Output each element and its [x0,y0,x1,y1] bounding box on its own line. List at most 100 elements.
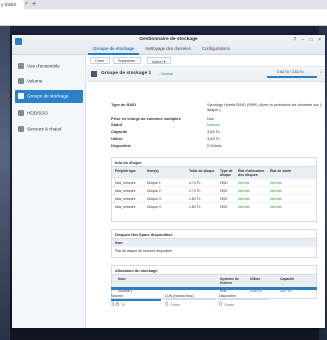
cell-type: HDD [220,197,228,201]
sidebar-item-hot-spare[interactable]: Secours à chaud [15,123,83,136]
storage-pool-icon [18,93,24,99]
cell-type: HDD [220,181,228,185]
sidebar-item-label: HDD/SSD [27,110,48,116]
section-title: Allocation du stockage [112,266,316,274]
cell-size: 1.82 To [189,197,201,201]
column-header: Périphérique [115,169,136,173]
cell-device: Nas_network [115,197,136,201]
close-icon[interactable]: × [318,37,321,43]
column-header: Système de fichiers [220,277,239,285]
property-key: Type de RAID [111,102,137,107]
cell-allocation: Normal [238,197,250,201]
cell-device: Nas_network [115,189,136,193]
cell-type: HDD [220,189,228,193]
tab-storage-pool[interactable]: Groupe de stockage [88,45,140,55]
cell-health: Normal [270,205,282,209]
sidebar-item-volume[interactable]: Volume [15,75,83,88]
property-value: Normal [207,122,220,127]
column-header: Nom(s) [147,169,159,173]
chevron-up-icon[interactable]: ⌃ [319,71,323,77]
cell-device: Nas_network [115,181,136,185]
stat-line [165,299,215,300]
action-dropdown[interactable]: Action ▾ [147,57,171,64]
cell-allocation: Normal [238,205,250,209]
property-value: 3.63 To [207,129,220,134]
stat-value: 3.6 To [111,302,125,308]
pool-usage-fill [267,76,317,78]
address-bar[interactable] [0,9,327,26]
window-header: Gestionnaire de stockage ? – □ × Groupe … [12,35,325,55]
table-row[interactable]: Nas_network Disque 2 2.73 To HDD Normal … [112,186,316,194]
column-header: Nom [115,241,123,245]
storage-pool-header[interactable]: Groupe de stockage 1 - Normal 3.63 To / … [87,68,325,82]
tab-close-icon[interactable]: × [24,1,29,7]
section-title: Disques Hot-Spare disponibles [112,230,316,238]
cell-size: 1.82 To [189,205,201,209]
delete-button[interactable]: Supprimer [113,57,141,64]
empty-row: Pas de disque de secours disponible [112,246,316,254]
browser-tabbar: y DiskS × + [0,0,327,9]
table-row[interactable]: Nas_network Disque 3 1.82 To HDD Normal … [112,194,316,202]
sidebar-item-overview[interactable]: Vue d'ensemble [15,60,83,73]
cell-size: 0.73 To [189,181,201,185]
browser-chrome: y DiskS × + [0,0,327,26]
stat-unit: To [121,303,125,307]
window-tabs: Groupe de stockage Nettoyage des données… [88,45,235,55]
maximize-icon[interactable]: □ [310,37,313,43]
cell-health: Normal [270,189,282,193]
property-value: Synology Hybrid RAID (SHR) (Avec la prot… [207,102,322,112]
stat-label: LUN (niveau bloc) [165,294,194,298]
pool-usage-bar [267,76,317,78]
allocation-bar [111,287,317,290]
storage-pool-icon [91,71,97,77]
sidebar: Vue d'ensemble Volume Groupe de stockage… [12,55,86,328]
new-tab-icon[interactable]: + [31,0,37,9]
hot-spare-icon [18,126,24,132]
column-header: Type de disque [220,169,233,177]
sidebar-item-label: Volume [27,78,43,84]
storage-stats: Volume 3.6 To LUN (niveau bloc) 0 Octets… [111,293,317,313]
table-row[interactable]: Nas_network Disque 1 0.73 To HDD Normal … [112,178,316,186]
pool-usage: 3.63 To / 3.63 To [277,70,304,74]
cell-size: 2.73 To [189,189,201,193]
window-title: Gestionnaire de stockage [139,37,198,42]
disk-info-section: Info du disque Périphérique Nom(s) Taill… [111,157,317,222]
tab-settings[interactable]: Configurations [197,45,235,55]
sidebar-item-hdd-ssd[interactable]: HDD/SSD [15,107,83,120]
stat-value: 0 Octets [165,302,180,308]
property-key: Utilisé [111,136,123,141]
minimize-icon[interactable]: – [301,37,304,43]
section-title: Info du disque [112,158,316,166]
column-header: Capacité [280,277,295,281]
property-key: Capacité [111,129,128,134]
help-icon[interactable]: ? [293,37,296,43]
stat-number: 0 [165,302,169,308]
toolbar: Créer Supprimer Action ▾ [87,55,325,67]
browser-tab-title: y DiskS [1,2,17,7]
table-row[interactable]: Nas_network Disque 4 1.82 To HDD Normal … [112,202,316,210]
stat-label: Volume [111,294,123,298]
property-key: Statut [111,122,123,127]
tab-data-scrubbing[interactable]: Nettoyage des données [140,45,195,55]
sidebar-item-storage-pool[interactable]: Groupe de stockage [15,90,83,103]
column-header: État de santé [270,169,292,173]
sidebar-item-label: Secours à chaud [27,126,62,132]
property-value: Non [207,116,215,121]
create-button[interactable]: Créer [90,57,110,64]
pool-name: Groupe de stockage 1 [101,71,152,76]
stat-unit: Octets [170,303,181,307]
browser-tab[interactable]: y DiskS [0,0,24,9]
stat-unit: Octets [224,303,235,307]
hdd-icon [18,110,24,116]
stat-line [111,299,161,301]
property-value: 3.63 To [207,136,220,141]
empty-message: Pas de disque de secours disponible [115,249,173,253]
cell-type: HDD [220,205,228,209]
pool-status: - Normal [159,72,173,76]
sidebar-item-label: Groupe de stockage [27,93,69,99]
cell-name: Disque 3 [147,197,161,201]
hot-spare-table-header: Nom [112,238,316,246]
cell-name: Disque 4 [147,205,161,209]
property-value: 0 Octets [207,143,222,148]
cell-allocation: Normal [238,181,250,185]
